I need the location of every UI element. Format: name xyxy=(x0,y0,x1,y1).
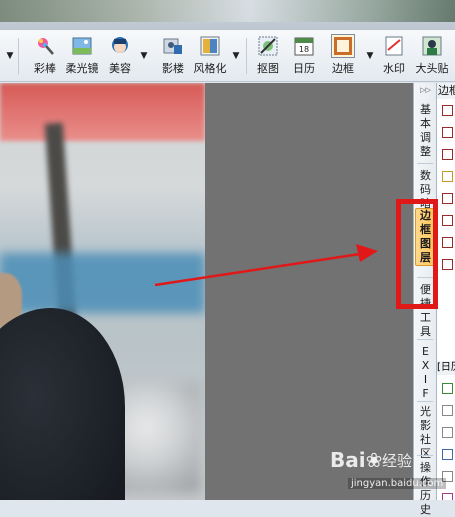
photo-awning xyxy=(0,83,205,141)
vertical-tab-char: 工 xyxy=(420,311,431,324)
frame-thumbnail[interactable] xyxy=(442,259,453,270)
studio-icon xyxy=(162,35,184,57)
tab-separator xyxy=(417,163,433,164)
chevron-down-icon[interactable]: ▼ xyxy=(232,50,240,62)
stylize-icon xyxy=(199,35,221,57)
vertical-tab-label: EXIF xyxy=(422,345,430,401)
vertical-tab-char: 图 xyxy=(420,237,431,250)
vertical-tab-label: 便捷工具 xyxy=(420,283,431,339)
magic-wand-icon xyxy=(34,35,56,57)
tab-convenient-tools[interactable]: 便捷工具 xyxy=(415,283,436,339)
toolbar-button-magic-wand[interactable]: 彩棒 xyxy=(30,35,60,79)
frame-side-panel: 边框 [日历 xyxy=(437,83,455,500)
vertical-tab-char: 史 xyxy=(420,503,431,516)
vertical-tab-char: 边 xyxy=(420,209,431,222)
edited-photo[interactable] xyxy=(0,83,205,500)
frame-thumbnail[interactable] xyxy=(442,149,453,160)
chevron-down-icon[interactable]: ▼ xyxy=(6,50,14,62)
photo-blue-wall xyxy=(0,253,205,313)
soft-light-icon xyxy=(71,35,93,57)
vertical-tab-strip: ▷▷ 基本调整 数码暗房 边框图层 便捷工具 EXIF 光影社区 操作历史 xyxy=(413,83,437,516)
watermark-suffix: 经验 xyxy=(382,452,413,470)
vertical-tab-char: 基 xyxy=(420,103,431,116)
vertical-tab-char: I xyxy=(423,373,428,386)
frame-icon xyxy=(331,34,355,58)
toolbar-button-sticker-photo[interactable]: 大头贴 xyxy=(414,35,450,79)
vertical-tab-char: 便 xyxy=(420,283,431,296)
frame-thumbnail[interactable] xyxy=(442,193,453,204)
vertical-tab-char: 整 xyxy=(420,145,431,158)
main-toolbar: ▼ 彩棒 柔光镜 美容 ▼ 影楼 风格化 ▼ 抠图 18 日历 边框 ▼ 水印 … xyxy=(0,30,455,82)
vertical-tab-char: 调 xyxy=(420,131,431,144)
frame-thumbnail[interactable] xyxy=(442,127,453,138)
vertical-tab-char: F xyxy=(422,387,429,400)
vertical-tab-char: 本 xyxy=(420,117,431,130)
toolbar-separator xyxy=(246,38,247,74)
frame-thumbnail[interactable] xyxy=(442,105,453,116)
vertical-tab-char: 影 xyxy=(420,419,431,432)
vertical-tab-label: 边框图层 xyxy=(420,209,431,265)
toolbar-separator xyxy=(18,38,19,74)
vertical-tab-char: 层 xyxy=(420,251,431,264)
tab-separator xyxy=(417,277,433,278)
frame-thumbnail[interactable] xyxy=(442,237,453,248)
vertical-tab-char: E xyxy=(422,345,429,358)
baidu-jingyan-watermark: Bai❀ 经验 jingyan.baidu.com xyxy=(330,448,455,500)
vertical-tab-char: 社 xyxy=(420,433,431,446)
window-background-strip xyxy=(0,0,455,22)
tab-basic-adjust[interactable]: 基本调整 xyxy=(415,103,436,159)
paw-logo-icon: ❀ xyxy=(365,448,383,472)
chevron-down-icon[interactable]: ▼ xyxy=(140,50,148,62)
photo-jacket xyxy=(0,308,125,500)
vertical-tab-label: 基本调整 xyxy=(420,103,431,159)
toolbar-button-stylize[interactable]: 风格化 xyxy=(192,35,228,79)
toolbar-button-beauty[interactable]: 美容 xyxy=(106,35,134,79)
watermark-icon xyxy=(383,35,405,57)
vertical-tab-char: 光 xyxy=(420,405,431,418)
tab-frame-layer[interactable]: 边框图层 xyxy=(415,208,436,266)
toolbar-button-frame[interactable]: 边框 xyxy=(329,34,357,79)
vertical-tab-char: 框 xyxy=(420,223,431,236)
image-canvas[interactable] xyxy=(0,83,413,500)
svg-text:18: 18 xyxy=(299,45,309,54)
vertical-tab-char: 数 xyxy=(420,169,431,182)
vertical-tab-char: 捷 xyxy=(420,297,431,310)
vertical-tab-char: 具 xyxy=(420,325,431,338)
beauty-icon xyxy=(109,35,131,57)
vertical-tab-char: X xyxy=(421,359,430,372)
watermark-brand: Bai❀ xyxy=(330,448,383,472)
cutout-icon xyxy=(257,35,279,57)
toolbar-button-cutout[interactable]: 抠图 xyxy=(254,35,282,79)
toolbar-button-watermark[interactable]: 水印 xyxy=(380,35,408,79)
vertical-tab-char: 码 xyxy=(420,183,431,196)
tab-separator xyxy=(417,401,433,402)
panel-expand-icon[interactable]: ▷▷ xyxy=(416,85,435,95)
watermark-url: jingyan.baidu.com xyxy=(348,478,447,489)
frame-thumbnail[interactable] xyxy=(442,171,453,182)
toolbar-button-soft-light[interactable]: 柔光镜 xyxy=(64,35,100,79)
toolbar-button-studio[interactable]: 影楼 xyxy=(160,35,186,79)
tab-exif[interactable]: EXIF xyxy=(415,345,436,401)
title-bar xyxy=(0,0,455,30)
calendar-thumbnail[interactable] xyxy=(442,383,453,394)
sticker-photo-icon xyxy=(421,35,443,57)
chevron-down-icon[interactable]: ▼ xyxy=(366,50,374,62)
frame-thumbnail[interactable] xyxy=(442,215,453,226)
side-panel-subheader: [日历 xyxy=(437,361,455,375)
tab-separator xyxy=(417,339,433,340)
side-panel-header: 边框 xyxy=(437,83,455,99)
calendar-thumbnail[interactable] xyxy=(442,405,453,416)
calendar-thumbnail[interactable] xyxy=(442,427,453,438)
calendar-icon: 18 xyxy=(293,35,315,57)
toolbar-button-calendar[interactable]: 18 日历 xyxy=(290,35,318,79)
